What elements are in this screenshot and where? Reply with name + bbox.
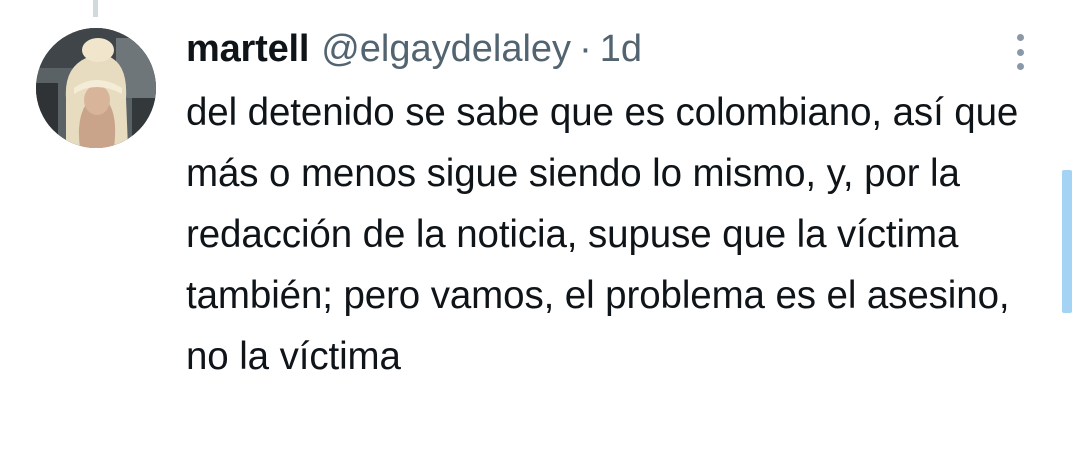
scrollbar-thumb[interactable] — [1062, 170, 1072, 313]
more-vertical-icon — [1016, 48, 1024, 56]
thread-connector-line — [93, 0, 98, 17]
tweet-header: martell @elgaydelaley · 1d — [186, 22, 1046, 76]
tweet-timestamp[interactable]: 1d — [600, 22, 642, 76]
more-vertical-icon — [1016, 34, 1024, 41]
more-options-button[interactable] — [1005, 30, 1035, 74]
tweet-text: del detenido se sabe que es colombiano, … — [186, 91, 1019, 378]
more-vertical-icon — [1016, 63, 1024, 70]
tweet-reply-view: martell @elgaydelaley · 1d del detenido … — [0, 0, 1078, 470]
user-display-name[interactable]: martell — [186, 22, 309, 76]
header-separator: · — [579, 28, 592, 70]
avatar[interactable] — [36, 28, 156, 148]
user-handle[interactable]: @elgaydelaley — [321, 22, 571, 76]
avatar-image — [36, 28, 156, 148]
tweet-content: martell @elgaydelaley · 1d del detenido … — [186, 22, 1046, 387]
